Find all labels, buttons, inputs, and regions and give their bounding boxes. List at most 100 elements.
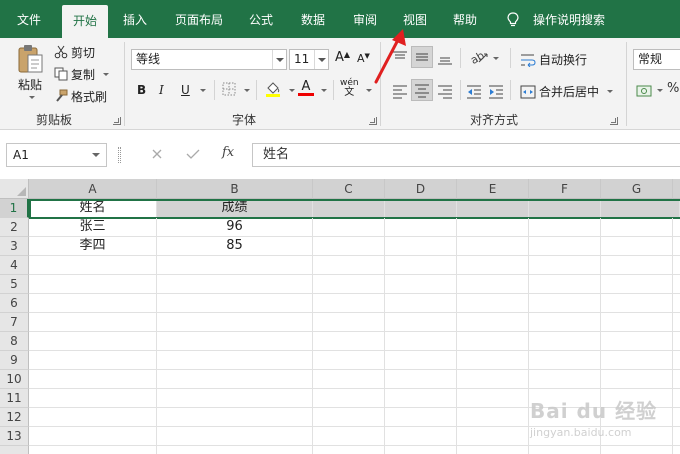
align-center-button[interactable] (411, 79, 433, 101)
align-left-icon[interactable] (392, 83, 408, 99)
row-header-11[interactable]: 11 (0, 389, 29, 408)
column-header-f[interactable]: F (529, 179, 601, 199)
font-name-value: 等线 (136, 52, 161, 66)
divider (626, 42, 627, 126)
row-header-1[interactable]: 1 (0, 199, 29, 218)
row-header-9[interactable]: 9 (0, 351, 29, 370)
borders-icon[interactable] (222, 82, 236, 96)
row-header-12[interactable]: 12 (0, 408, 29, 427)
borders-dropdown-icon[interactable] (244, 89, 250, 92)
row-header-13[interactable]: 13 (0, 427, 29, 446)
tell-me-search[interactable]: 操作说明搜索 (524, 0, 614, 38)
name-box[interactable]: A1 (6, 143, 107, 167)
column-header-c[interactable]: C (313, 179, 385, 199)
font-size-select[interactable]: 11 (289, 49, 329, 70)
align-right-icon[interactable] (437, 83, 453, 99)
row-header-3[interactable]: 3 (0, 237, 29, 256)
accounting-format-icon[interactable] (636, 83, 652, 99)
divider (256, 80, 257, 100)
merge-dropdown-icon[interactable] (607, 90, 614, 93)
merge-center-button[interactable]: 合并后居中 (520, 83, 614, 100)
bold-button[interactable]: B (137, 83, 146, 97)
phonetic-guide-icon[interactable]: wén 文 (340, 78, 359, 98)
tab-data[interactable]: 数据 (292, 0, 334, 38)
increase-font-size-button[interactable]: A ▲ (335, 50, 350, 65)
cell-e1[interactable] (457, 199, 529, 218)
row-header-14[interactable] (0, 446, 29, 454)
name-box-value: A1 (13, 148, 29, 162)
row-header-10[interactable]: 10 (0, 370, 29, 389)
underline-dropdown-icon[interactable] (200, 89, 206, 92)
number-format-select[interactable]: 常规 (633, 49, 680, 70)
row-header-6[interactable]: 6 (0, 294, 29, 313)
row-header-2[interactable]: 2 (0, 218, 29, 237)
formula-input[interactable]: 姓名 (252, 143, 680, 167)
tab-home[interactable]: 开始 (62, 5, 109, 38)
tab-page-layout[interactable]: 页面布局 (166, 0, 232, 38)
font-color-dropdown-icon[interactable] (321, 89, 327, 92)
cut-label: 剪切 (71, 45, 96, 60)
accounting-dropdown-icon[interactable] (657, 89, 663, 92)
cell-a1[interactable]: 姓名 (29, 199, 157, 218)
row-header-8[interactable]: 8 (0, 332, 29, 351)
align-middle-button[interactable] (411, 46, 433, 68)
cell-d1[interactable] (385, 199, 457, 218)
align-bottom-icon[interactable] (437, 50, 453, 66)
wrap-text-button[interactable]: 自动换行 (520, 51, 587, 68)
phonetic-dropdown-icon[interactable] (366, 89, 372, 92)
italic-button[interactable]: I (159, 83, 164, 97)
column-header-a[interactable]: A (29, 179, 157, 199)
divider (380, 42, 381, 126)
divider (460, 80, 461, 100)
tab-review[interactable]: 审阅 (344, 0, 386, 38)
fill-color-icon[interactable] (265, 80, 281, 97)
format-painter-button[interactable]: 格式刷 (54, 87, 107, 105)
tab-help[interactable]: 帮助 (444, 0, 486, 38)
copy-dropdown-icon[interactable] (103, 72, 110, 76)
tab-insert[interactable]: 插入 (114, 0, 156, 38)
select-all-button[interactable] (0, 179, 29, 199)
font-color-icon[interactable]: A (298, 79, 314, 96)
enter-checkmark-icon[interactable] (186, 148, 200, 160)
font-group-label: 字体 (232, 113, 257, 127)
percent-style-icon[interactable]: % (667, 81, 679, 96)
align-top-icon[interactable] (392, 50, 408, 66)
decrease-indent-icon[interactable] (466, 83, 482, 99)
row-header-5[interactable]: 5 (0, 275, 29, 294)
font-name-select[interactable]: 等线 (131, 49, 287, 70)
column-header-e[interactable]: E (457, 179, 529, 199)
increase-indent-icon[interactable] (488, 83, 504, 99)
cancel-icon[interactable] (151, 148, 163, 160)
resize-handle[interactable] (118, 147, 121, 163)
clipboard-launcher-icon[interactable] (113, 117, 121, 125)
wrap-text-icon (521, 54, 536, 67)
insert-function-button[interactable]: fx (222, 145, 234, 160)
font-launcher-icon[interactable] (369, 117, 377, 125)
orientation-icon[interactable]: ab (470, 49, 488, 65)
underline-button[interactable]: U (181, 83, 190, 97)
cell-c1[interactable] (313, 199, 385, 218)
copy-button[interactable]: 复制 (54, 65, 110, 83)
merge-center-label: 合并后居中 (539, 85, 600, 99)
column-header-b[interactable]: B (157, 179, 313, 199)
decrease-font-size-button[interactable]: A ▼ (357, 52, 370, 66)
alignment-launcher-icon[interactable] (610, 117, 618, 125)
formula-bar: A1 fx 姓名 (0, 131, 680, 177)
paste-dropdown-icon[interactable] (28, 96, 35, 99)
tab-file[interactable]: 文件 (8, 0, 50, 38)
column-header-g[interactable]: G (601, 179, 673, 199)
paste-button[interactable]: 粘贴 (10, 42, 50, 106)
tab-formulas[interactable]: 公式 (240, 0, 282, 38)
cell-b1[interactable]: 成绩 (157, 199, 313, 218)
cell-f1[interactable] (529, 199, 601, 218)
row-header-7[interactable]: 7 (0, 313, 29, 332)
fill-color-dropdown-icon[interactable] (289, 89, 295, 92)
cell-g1[interactable] (601, 199, 680, 218)
column-header-d[interactable]: D (385, 179, 457, 199)
row-header-4[interactable]: 4 (0, 256, 29, 275)
tab-view[interactable]: 视图 (394, 0, 436, 38)
column-header-h[interactable] (673, 179, 680, 199)
clipboard-group-label: 剪贴板 (36, 113, 73, 127)
orientation-dropdown-icon[interactable] (493, 57, 499, 60)
cut-button[interactable]: 剪切 (54, 43, 95, 61)
